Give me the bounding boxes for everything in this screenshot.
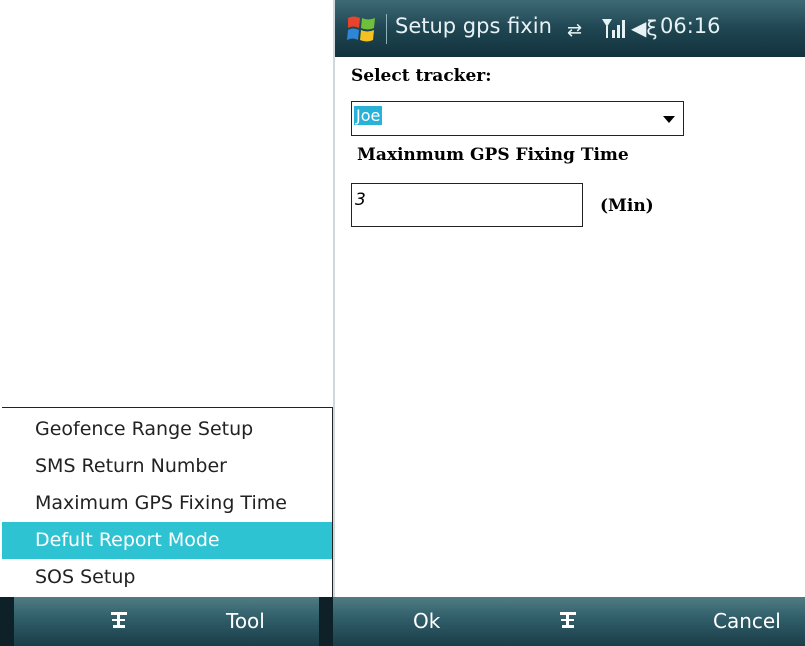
left-screen: Geofence Range Setup SMS Return Number M… (0, 0, 333, 646)
max-gps-time-input[interactable]: 3 (351, 183, 583, 227)
menu-item-default-report[interactable]: Defult Report Mode (2, 522, 332, 559)
minutes-unit-label: (Min) (600, 196, 654, 216)
max-gps-time-label: Maxinmum GPS Fixing Time (357, 145, 629, 165)
tool-softkey[interactable]: Tool (226, 609, 265, 633)
title-bar: Setup gps fixin ⇄ ◀ξ 06:16 (335, 0, 805, 57)
tracker-dropdown[interactable]: Joe (351, 101, 684, 136)
menu-item-sms-return[interactable]: SMS Return Number (2, 448, 332, 485)
cancel-softkey[interactable]: Cancel (713, 609, 781, 633)
right-screen: Setup gps fixin ⇄ ◀ξ 06:16 Select tracke… (333, 0, 805, 597)
keyboard-icon[interactable] (557, 609, 579, 636)
menu-item-sos[interactable]: SOS Setup (2, 559, 332, 596)
keyboard-icon[interactable] (108, 609, 130, 636)
dropdown-arrow-icon[interactable] (663, 116, 675, 123)
clock[interactable]: 06:16 (660, 14, 721, 38)
select-tracker-label: Select tracker: (351, 66, 492, 86)
softbar-edge (319, 597, 333, 646)
tracker-dropdown-value: Joe (354, 106, 383, 125)
windows-start-icon[interactable] (345, 12, 379, 46)
connectivity-icon[interactable]: ⇄ (567, 20, 582, 41)
signal-icon[interactable] (600, 16, 626, 40)
ok-softkey[interactable]: Ok (413, 609, 440, 633)
menu-item-max-gps-time[interactable]: Maximum GPS Fixing Time (2, 485, 332, 522)
window-title: Setup gps fixin (395, 14, 552, 38)
right-softkey-bar: Ok Cancel (333, 597, 805, 646)
tool-menu: Geofence Range Setup SMS Return Number M… (2, 407, 333, 598)
menu-item-geofence[interactable]: Geofence Range Setup (2, 411, 332, 448)
volume-icon[interactable]: ◀ξ (631, 16, 658, 40)
softbar-edge (0, 597, 14, 646)
title-separator (386, 14, 387, 44)
left-softkey-bar: Tool (0, 597, 333, 646)
